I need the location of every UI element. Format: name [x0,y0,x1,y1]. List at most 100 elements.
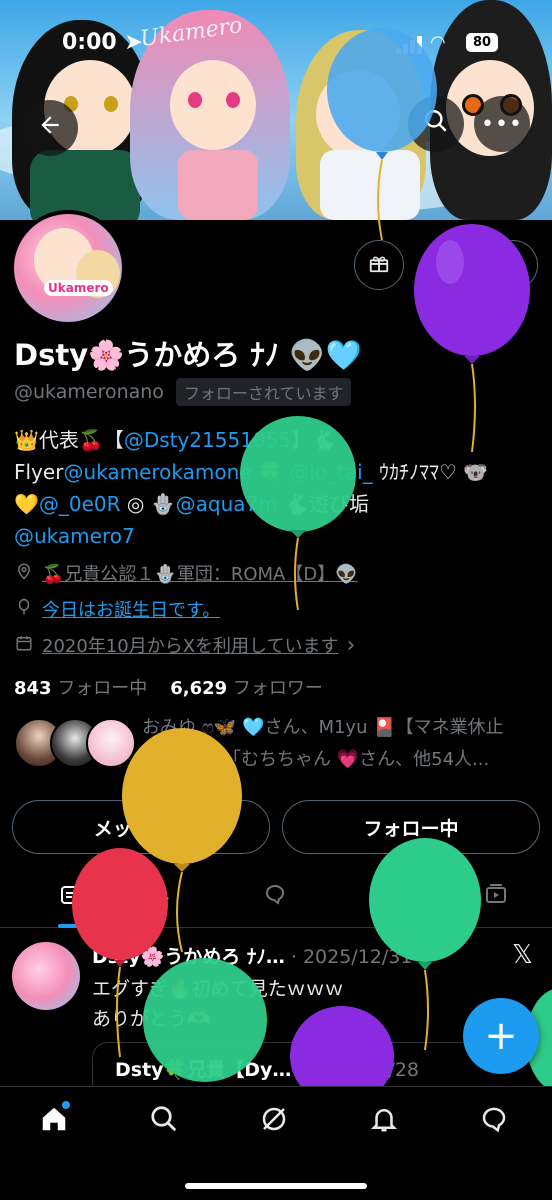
mutual-line: おみゆ ෆ🦋 🩵さん、M1yu 🎴【マネ業休止 [142,717,504,738]
banner-eye [188,92,202,108]
x-logo-icon: 𝕏 [512,940,533,970]
banner-face [316,70,400,158]
bio-mention-link[interactable]: @io_tai_ [289,460,372,484]
compose-button[interactable]: + [463,998,539,1074]
bio-text: 🐇遊び垢 [277,492,369,516]
unread-dot [62,1101,70,1109]
mutual-followers-text[interactable]: おみゆ ෆ🦋 🩵さん、M1yu 🎴【マネ業休止 中】さん、「むちちゃん 💗さん、… [142,712,542,776]
bio-text: 👑代表🍒【 [14,428,124,452]
home-icon [39,1104,69,1138]
banner-outfit [30,150,140,220]
chevron-right-icon: › [346,632,356,658]
post-text-line: ありがとう🫶 [92,1008,211,1030]
search-icon [423,108,449,141]
quote-date: · 2025/12/28 [297,1059,420,1081]
grok-icon [259,1104,289,1138]
profile-handle: @ukameronano [14,381,164,403]
birthday-link[interactable]: 今日はお誕生日です。 [42,596,220,622]
tab-posts-label: ポスト [92,887,150,910]
bio-text: ◎ 🪬 [120,492,176,516]
nav-search[interactable] [134,1101,194,1141]
post-item[interactable]: Dsty🌸うかめろ ﾅﾉ… · 2025/12/31 𝕏 エグすぎ🔥初めて見たｗ… [0,930,552,1102]
more-button[interactable]: ••• [474,96,530,152]
bio-line: Flyer@ukamerokamone 🍀 @io_tai_ ｳｶﾁﾉﾏﾏ♡ 🐨 [14,456,544,488]
status-bar: 0:00 ➤ ◠ 80 [0,30,552,60]
profile-tabs: ポスト ⌄ [0,866,552,928]
avatar-logo: Ukamero [44,280,113,296]
location-row: 🍒兄貴公認１🪬軍団：ROMA【D】👽 [14,560,358,586]
gift-button[interactable] [354,240,404,290]
bio-text: ｳｶﾁﾉﾏﾏ♡ 🐨 [372,460,489,484]
plus-icon: + [484,1013,518,1059]
bell-icon [436,252,458,279]
chevron-down-icon: ⌄ [159,889,172,905]
more-icon: ••• [481,111,523,137]
search-icon [149,1104,179,1138]
avatar [86,718,136,768]
following-count[interactable]: 843 フォロー中 [14,678,147,699]
post-text: エグすぎ🔥初めて見たｗｗｗ ありがとう🫶 [92,974,344,1034]
quote-author: Dsty🍀兄貴【Dy… [115,1059,292,1081]
search-button[interactable] [408,96,464,152]
joined-row: 2020年10月からXを利用しています › [14,632,355,658]
banner-outfit [320,150,420,220]
handle-row: @ukameronano フォローされています [14,378,352,406]
bio-text: Flyer [14,460,64,484]
location-text[interactable]: 🍒兄貴公認１🪬軍団：ROMA【D】👽 [42,560,358,586]
posts-tab-icon [59,883,83,912]
post-text-line: エグすぎ🔥初めて見たｗｗｗ [92,978,344,1000]
notify-button[interactable] [422,240,472,290]
gift-icon [368,252,390,279]
reply-icon [263,882,287,912]
mutual-line: 中】さん、「むちちゃん 💗さん、他54人... [142,749,490,770]
calendar-icon [14,633,34,658]
post-date: · 2025/12/31 [290,946,413,968]
profile-name: Dsty🌸うかめろ ﾅﾉ 👽🩵 [14,338,362,372]
back-button[interactable] [22,100,78,156]
balloon-icon [14,597,34,622]
tab-posts[interactable]: ポスト ⌄ [40,866,190,928]
nav-messages[interactable] [464,1101,524,1141]
tab-replies[interactable] [245,866,305,928]
post-header: Dsty🌸うかめろ ﾅﾉ… · 2025/12/31 [92,942,412,969]
nav-grok[interactable] [244,1101,304,1141]
location-pin-icon [14,561,34,586]
follow-counts: 843 フォロー中 6,629 フォロワー [14,674,323,700]
share-button[interactable] [488,240,538,290]
bio-text: 】🐇 [291,428,337,452]
bio-mention-link[interactable]: @Dsty21551055 [124,428,291,452]
followers-count[interactable]: 6,629 フォロワー [170,678,323,699]
bio-text: 💛 [14,492,39,516]
bio-mention-link[interactable]: @aqua7m [176,492,278,516]
bio-mention-link[interactable]: @ukamero7 [14,524,135,548]
nav-notifications[interactable] [354,1101,414,1141]
location-arrow-icon: ➤ [124,30,143,55]
joined-text[interactable]: 2020年10月からXを利用しています [42,632,339,658]
bio-text: 🍀 [251,460,290,484]
banner-outfit [178,150,258,220]
bio-line: 💛@_0e0R ◎ 🪬@aqua7m 🐇遊び垢 [14,488,544,520]
home-indicator [185,1183,367,1189]
following-button[interactable]: フォロー中 [282,800,540,854]
signal-icon [396,36,422,54]
birthday-row: 今日はお誕生日です。 [14,596,220,622]
message-button[interactable]: メッセージ [12,800,270,854]
nav-home[interactable] [24,1101,84,1141]
bio-mention-link[interactable]: @_0e0R [39,492,121,516]
bio-line: 👑代表🍒【@Dsty21551055】🐇 [14,424,544,456]
bio-mention-link[interactable]: @ukamerokamone [63,460,251,484]
back-arrow-icon [37,112,63,145]
share-icon [502,252,524,279]
banner-face [170,60,256,150]
post-avatar[interactable] [12,942,80,1010]
tab-media[interactable] [466,866,526,928]
media-icon [484,882,508,912]
profile-avatar[interactable]: Ukamero [10,210,126,326]
chat-icon [479,1104,509,1138]
profile-bio: 👑代表🍒【@Dsty21551055】🐇 Flyer@ukamerokamone… [14,424,544,552]
bio-line: @ukamero7 [14,520,544,552]
battery-indicator: 80 [466,33,498,52]
status-time: 0:00 ➤ [62,30,143,55]
tab-reposts[interactable] [360,866,420,928]
post-author[interactable]: Dsty🌸うかめろ ﾅﾉ… [92,946,285,968]
